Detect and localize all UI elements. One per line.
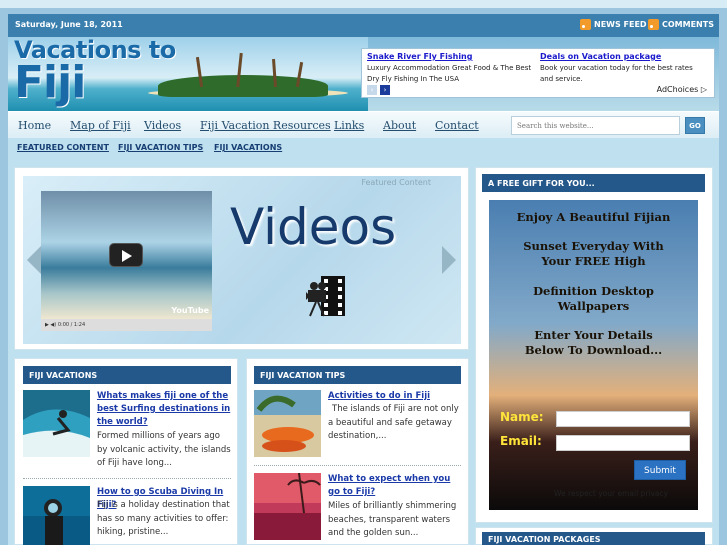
post-title-link[interactable]: Whats makes fiji one of the best Surfing…	[97, 390, 231, 429]
divider	[254, 465, 461, 466]
gift-text-line: Your FREE High	[541, 254, 646, 268]
gift-text-line: Sunset Everyday With	[523, 239, 664, 253]
kayak-thumbnail[interactable]	[254, 390, 321, 457]
ad-description: Luxury Accommodation Great Food & The Be…	[367, 64, 532, 83]
vacation-packages-heading: FIJI VACATION PACKAGES	[482, 532, 705, 545]
gift-text-line: Wallpapers	[557, 299, 630, 313]
featured-slide[interactable]: Featured Content YouTube ▶ ◀) 0:00 / 1:2…	[23, 176, 461, 344]
gift-text-line: Enter Your Details	[534, 328, 653, 342]
player-time: 0:00 / 1:24	[57, 322, 86, 328]
fiji-vacations-heading: FIJI VACATIONS	[23, 366, 231, 384]
top-strip	[0, 0, 727, 8]
player-controls[interactable]: ▶ ◀) 0:00 / 1:24	[41, 319, 212, 331]
ad-item: Deals on Vacation package Book your vaca…	[540, 52, 708, 85]
comments-feed-label: COMMENTS	[662, 20, 714, 29]
comments-feed-link[interactable]: COMMENTS	[648, 19, 714, 30]
post-excerpt: Formed millions of years ago by volcanic…	[97, 431, 231, 468]
nav-home[interactable]: Home	[18, 119, 51, 132]
list-item: How to go Scuba Diving In Fiji? Fiji is …	[23, 486, 231, 545]
news-feed-label: NEWS FEED	[594, 20, 647, 29]
youtube-logo: YouTube	[171, 306, 209, 315]
subnav-featured-content[interactable]: FEATURED CONTENT	[17, 143, 109, 152]
post-excerpt: Miles of brilliantly shimmering beaches,…	[328, 501, 457, 538]
news-feed-link[interactable]: NEWS FEED	[580, 19, 647, 30]
site-header: Vacations to Fiji Snake River Fly Fishin…	[8, 37, 719, 111]
post-excerpt: The islands of Fiji are not only a beaut…	[328, 404, 459, 441]
nav-contact[interactable]: Contact	[435, 119, 479, 132]
sunset-beach-thumbnail[interactable]	[254, 473, 321, 540]
top-bar: Saturday, June 18, 2011 NEWS FEED COMMEN…	[8, 14, 719, 37]
nav-about[interactable]: About	[383, 119, 416, 132]
sub-nav: FEATURED CONTENT FIJI VACATION TIPS FIJI…	[8, 138, 719, 158]
privacy-note: We respect your email privacy	[554, 489, 669, 498]
submit-button[interactable]: Submit	[634, 460, 686, 480]
email-label: Email:	[500, 434, 542, 448]
post-title-link[interactable]: What to expect when you go to Fiji?	[328, 473, 461, 499]
featured-panel: Featured Content YouTube ▶ ◀) 0:00 / 1:2…	[14, 167, 469, 350]
search-input[interactable]: Search this website...	[511, 116, 680, 135]
divider	[23, 478, 231, 479]
list-item: What to expect when you go to Fiji? Mile…	[254, 473, 461, 545]
nav-videos[interactable]: Videos	[144, 119, 181, 132]
gift-text-line: Enjoy A Beautiful Fijian	[516, 210, 671, 224]
play-icon[interactable]	[109, 243, 143, 267]
optin-form: Enjoy A Beautiful Fijian Sunset Everyday…	[489, 200, 698, 510]
ad-description: Book your vacation today for the best ra…	[540, 64, 693, 83]
adchoices-link[interactable]: AdChoices ▷	[657, 85, 707, 94]
slider-prev-icon[interactable]	[27, 246, 41, 274]
rss-icon	[580, 19, 591, 30]
email-field[interactable]	[556, 435, 690, 451]
list-item: Activities to do in Fiji The islands of …	[254, 390, 461, 460]
main-nav: Home Map of Fiji Videos Fiji Vacation Re…	[8, 111, 719, 138]
date-text: Saturday, June 18, 2011	[15, 20, 123, 29]
name-field[interactable]	[556, 411, 690, 427]
ad-title-link[interactable]: Snake River Fly Fishing	[367, 52, 472, 61]
nav-map-of-fiji[interactable]: Map of Fiji	[70, 119, 131, 132]
video-player[interactable]: YouTube ▶ ◀) 0:00 / 1:24	[41, 191, 212, 331]
logo-line2[interactable]: Fiji	[14, 57, 86, 108]
video-camera-icon	[306, 276, 345, 317]
surfing-thumbnail[interactable]	[23, 390, 90, 457]
list-item: Whats makes fiji one of the best Surfing…	[23, 390, 231, 475]
fiji-tips-heading: FIJI VACATION TIPS	[254, 366, 461, 384]
featured-label: Featured Content	[361, 178, 431, 187]
ad-next-icon[interactable]: ›	[380, 85, 390, 95]
ad-title-link[interactable]: Deals on Vacation package	[540, 52, 661, 61]
ad-item: Snake River Fly Fishing Luxury Accommoda…	[367, 52, 535, 85]
rss-icon	[648, 19, 659, 30]
gift-text-line: Definition Desktop	[533, 284, 654, 298]
gift-text-line: Below To Download...	[524, 343, 663, 357]
post-title-link[interactable]: Activities to do in Fiji	[328, 390, 461, 403]
featured-title: Videos	[230, 198, 397, 256]
slider-next-icon[interactable]	[442, 246, 456, 274]
name-label: Name:	[500, 410, 544, 424]
subnav-fiji-vacation-tips[interactable]: FIJI VACATION TIPS	[118, 143, 203, 152]
subnav-fiji-vacations[interactable]: FIJI VACATIONS	[214, 143, 282, 152]
free-gift-heading: A FREE GIFT FOR YOU...	[482, 174, 705, 192]
nav-links[interactable]: Links	[334, 119, 364, 132]
scuba-thumbnail[interactable]	[23, 486, 90, 545]
nav-fiji-vacation-resources[interactable]: Fiji Vacation Resources	[200, 119, 331, 132]
search-go-button[interactable]: GO	[685, 117, 705, 134]
ad-banner: Snake River Fly Fishing Luxury Accommoda…	[361, 48, 715, 98]
post-excerpt: Fiji is a holiday destination that has s…	[97, 500, 230, 537]
ad-prev-icon[interactable]: ‹	[367, 85, 377, 95]
